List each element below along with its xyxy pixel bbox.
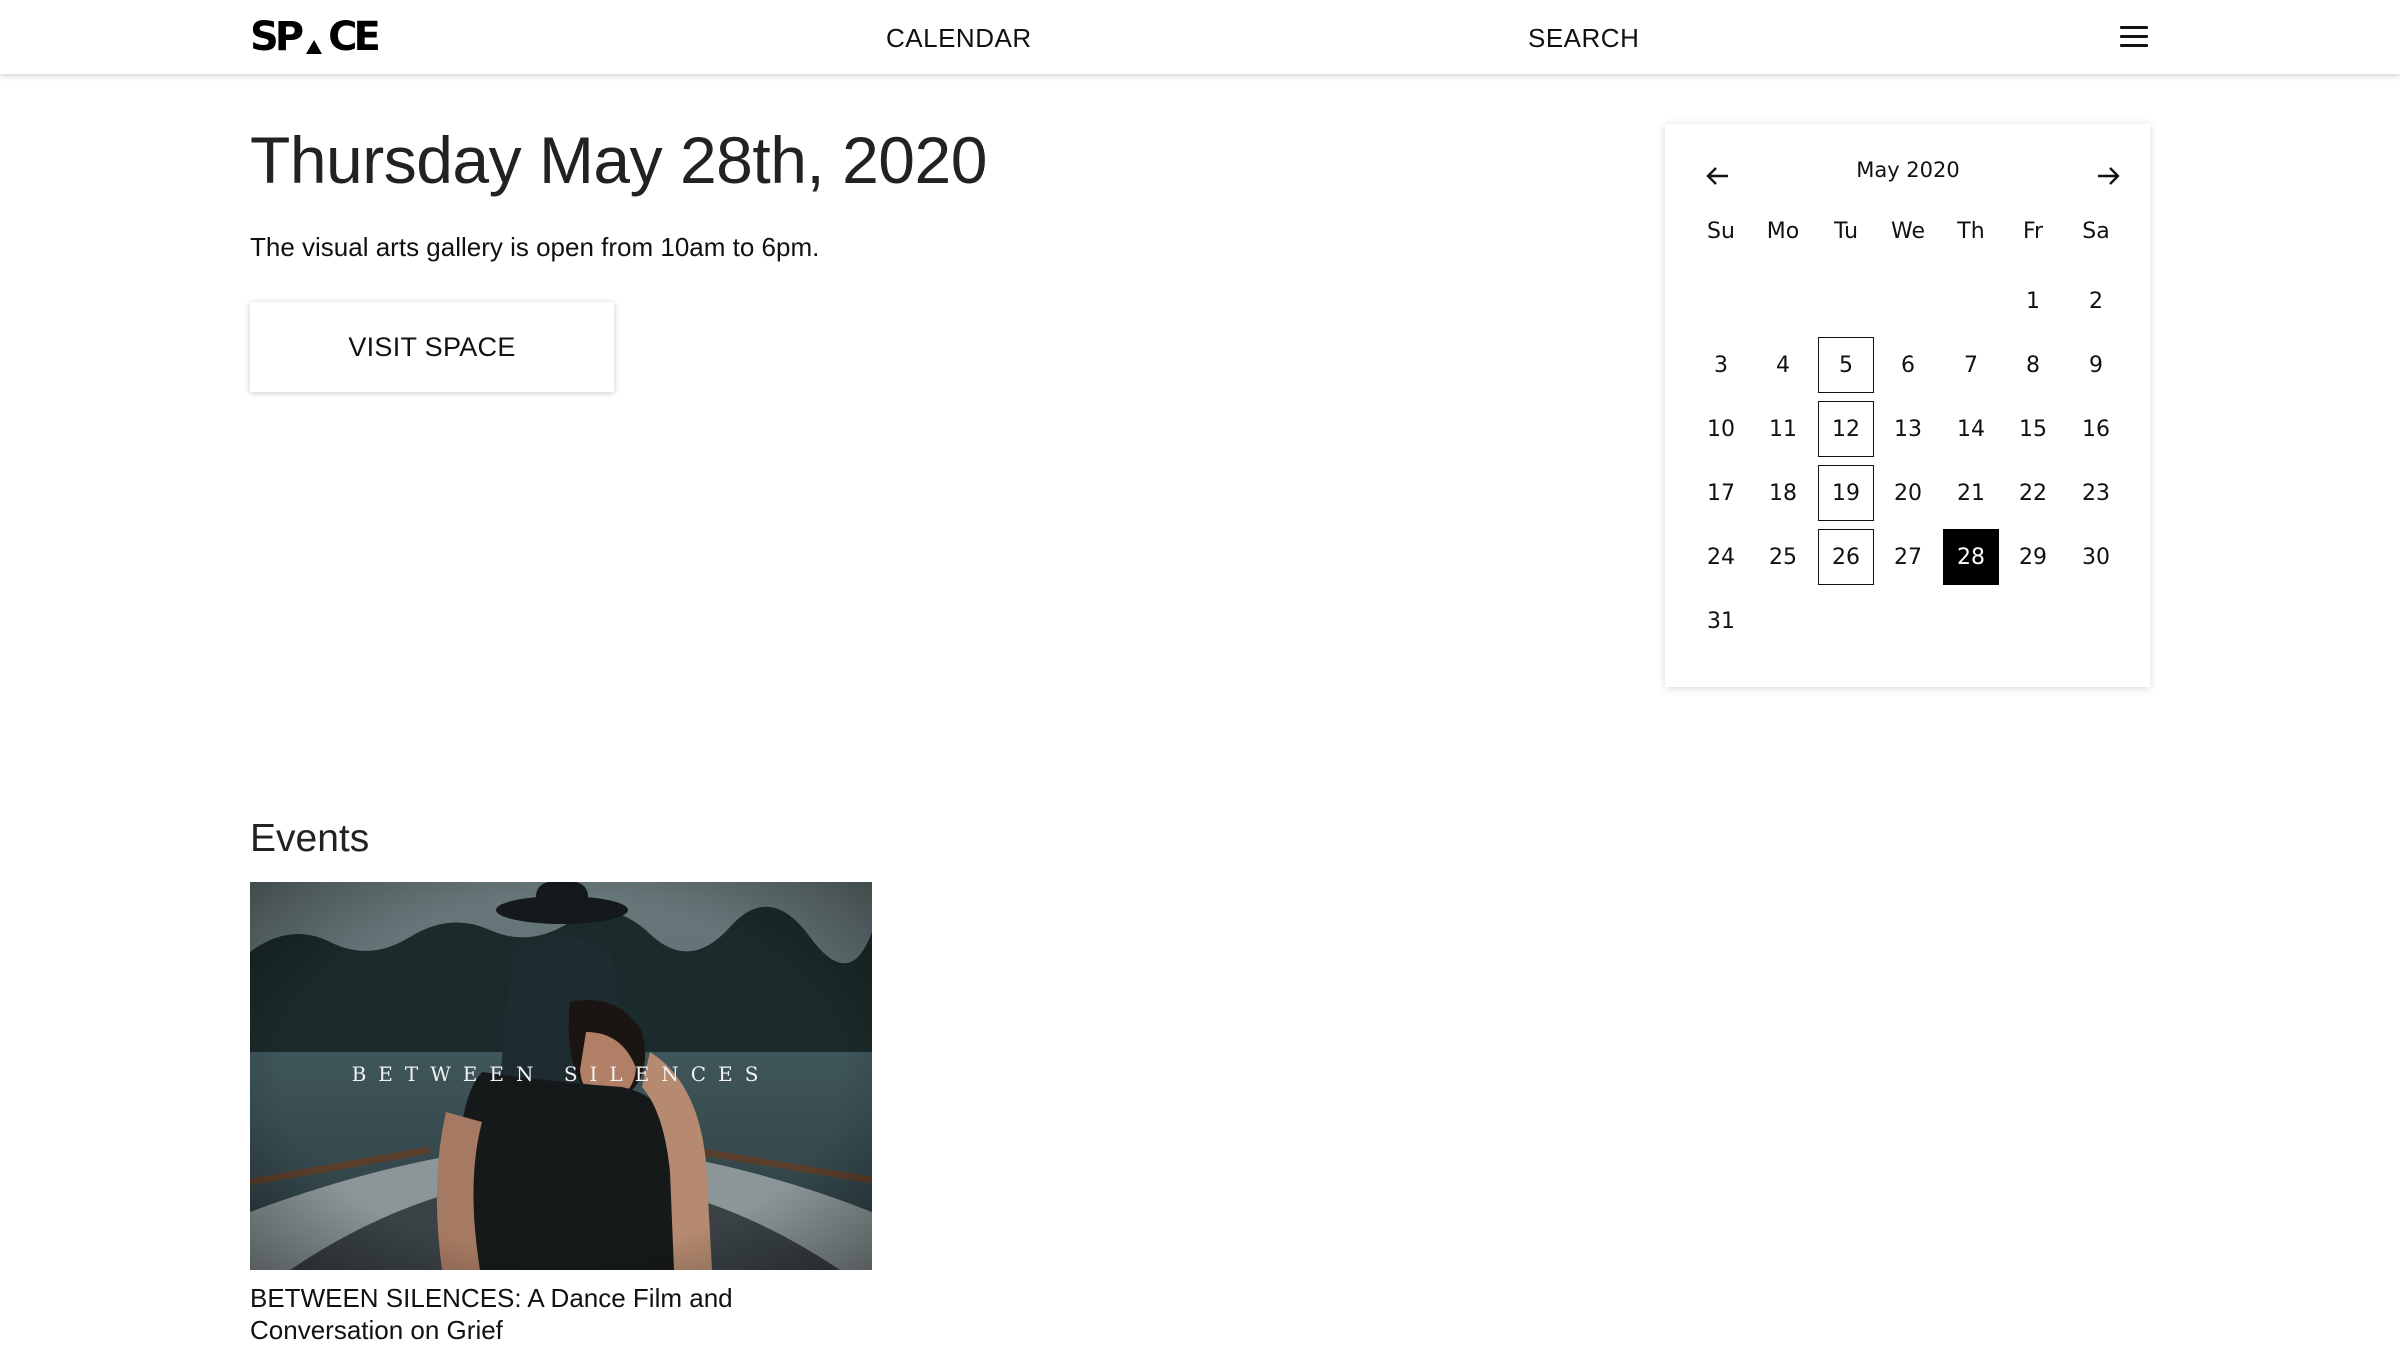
calendar-day[interactable]: 17 [1693,465,1749,521]
calendar-day[interactable]: 25 [1755,529,1811,585]
calendar-day[interactable]: 8 [2005,337,2061,393]
calendar-day[interactable]: 9 [2068,337,2124,393]
calendar-day-selected[interactable]: 28 [1943,529,1999,585]
calendar-day[interactable]: 11 [1755,401,1811,457]
site-header: SP CE CALENDAR SEARCH [0,0,2400,74]
logo-triangle-icon [306,40,323,54]
weekday-label: Sa [2082,219,2110,244]
calendar-day[interactable]: 24 [1693,529,1749,585]
events-heading: Events [250,817,370,860]
next-month-arrow-icon[interactable] [2090,160,2126,192]
calendar-day[interactable]: 14 [1943,401,1999,457]
calendar-day[interactable]: 30 [2068,529,2124,585]
logo-text-left: SP [250,14,304,60]
prev-month-arrow-icon[interactable] [1700,160,1736,192]
calendar-day[interactable]: 18 [1755,465,1811,521]
calendar-day[interactable]: 31 [1693,593,1749,649]
calendar-day[interactable]: 21 [1943,465,1999,521]
event-image-title: BETWEEN SILENCES [351,1062,771,1086]
calendar-day[interactable]: 4 [1755,337,1811,393]
calendar-day[interactable]: 2 [2068,273,2124,329]
calendar-day[interactable]: 23 [2068,465,2124,521]
gallery-hours-text: The visual arts gallery is open from 10a… [250,232,820,262]
page: SP CE CALENDAR SEARCH Thursday May 28th,… [0,0,2400,1350]
calendar-day[interactable]: 20 [1880,465,1936,521]
calendar-day[interactable]: 7 [1943,337,1999,393]
nav-search-link[interactable]: SEARCH [1528,22,1639,54]
logo-link[interactable]: SP CE [250,14,381,60]
event-title: BETWEEN SILENCES: A Dance Film and Conve… [250,1283,733,1345]
nav-calendar-link[interactable]: CALENDAR [886,22,1032,54]
visit-space-button[interactable]: VISIT SPACE [250,302,614,392]
weekday-label: We [1891,219,1925,244]
weekday-label: Mo [1766,219,1800,244]
weekday-label: Th [1957,219,1985,244]
hamburger-menu-icon[interactable] [2120,26,2150,50]
calendar-day[interactable]: 10 [1693,401,1749,457]
weekday-label: Fr [2022,219,2044,244]
page-title: Thursday May 28th, 2020 [250,123,987,197]
calendar-day[interactable]: 5 [1818,337,1874,393]
logo-text-right: CE [328,14,381,60]
weekday-label: Tu [1833,219,1859,244]
calendar-day[interactable]: 13 [1880,401,1936,457]
calendar-day[interactable]: 19 [1818,465,1874,521]
calendar-day[interactable]: 26 [1818,529,1874,585]
event-image: BETWEEN SILENCES [250,882,872,1270]
calendar-month-label: May 2020 [1856,158,1960,182]
event-card[interactable]: BETWEEN SILENCES BETWEEN SILENCES: A Dan… [250,882,872,1350]
calendar-day[interactable]: 29 [2005,529,2061,585]
calendar-day[interactable]: 3 [1693,337,1749,393]
calendar-day[interactable]: 27 [1880,529,1936,585]
calendar-day[interactable]: 1 [2005,273,2061,329]
calendar-day[interactable]: 15 [2005,401,2061,457]
calendar-day[interactable]: 22 [2005,465,2061,521]
calendar-day[interactable]: 6 [1880,337,1936,393]
calendar-day[interactable]: 16 [2068,401,2124,457]
weekday-label: Su [1707,219,1735,244]
calendar-day[interactable]: 12 [1818,401,1874,457]
